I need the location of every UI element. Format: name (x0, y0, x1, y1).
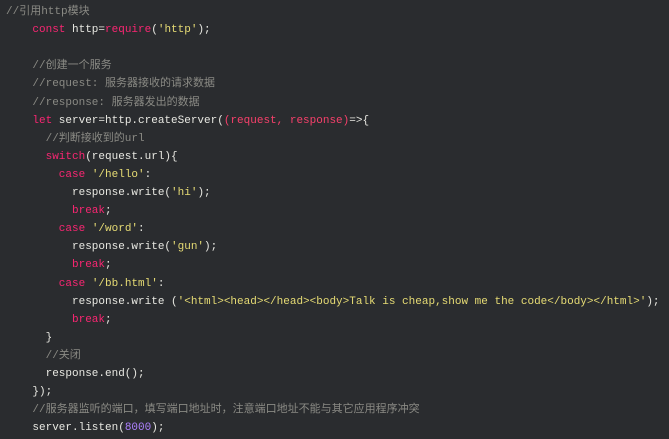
code-line: case '/hello': (59, 166, 151, 184)
code-text: ( (151, 24, 158, 37)
code-line: //引用http模块 (6, 3, 90, 21)
code-text: response.write( (72, 187, 172, 199)
code-line: //request: 服务器接收的请求数据 (32, 75, 215, 93)
code-text: server.listen( (32, 422, 125, 435)
code-line: switch(request.url){ (46, 148, 178, 166)
code-keyword: let (32, 114, 53, 127)
code-line: }); (32, 383, 52, 401)
code-line: response.end(); (46, 365, 145, 383)
code-number: 8000 (124, 422, 152, 435)
code-keyword: require (105, 24, 152, 37)
code-text: ; (105, 205, 112, 218)
code-text: response.end(); (45, 368, 145, 380)
code-text: ; (105, 259, 112, 272)
code-line: case '/bb.html': (59, 275, 165, 293)
code-line: response.write('gun'); (72, 238, 217, 256)
code-keyword: case (58, 168, 86, 181)
code-keyword: break (72, 259, 106, 272)
code-text: =>{ (349, 114, 370, 127)
code-text: ); (204, 241, 218, 254)
code-keyword: case (58, 223, 86, 236)
code-line: //response: 服务器发出的数据 (32, 94, 199, 112)
code-editor[interactable]: //引用http模块 const http=require('http'); //创… (0, 0, 669, 439)
code-text: ); (197, 187, 211, 199)
code-string: '/bb.html' (91, 277, 158, 290)
code-line: response.write('hi'); (72, 184, 211, 202)
code-line: break; (72, 202, 112, 220)
code-text: ); (646, 295, 660, 308)
code-comment: //创建一个服务 (32, 60, 112, 73)
code-line: //服务器监听的端口，填写端口地址时，注意端口地址不能与其它应用程序冲突 (32, 401, 419, 419)
code-string: 'gun' (171, 241, 205, 254)
code-comment: //request: 服务器接收的请求数据 (32, 78, 216, 91)
code-line: //判断接收到的url (46, 130, 145, 148)
code-keyword: break (72, 313, 106, 326)
code-line: response.write ('<html><head></head><bod… (72, 293, 660, 311)
code-keyword: switch (45, 150, 86, 163)
code-text: }); (32, 386, 53, 399)
code-line: const http=require('http'); (32, 21, 210, 39)
code-text: : (144, 168, 152, 181)
code-text: } (45, 331, 53, 344)
code-text: http= (65, 24, 106, 37)
code-line: break; (72, 311, 112, 329)
code-text: : (138, 223, 145, 236)
code-line: server.listen(8000); (32, 419, 164, 437)
code-line: //关闭 (46, 347, 81, 365)
code-comment: //关闭 (45, 349, 81, 362)
code-text: : (157, 277, 165, 290)
code-text: ); (197, 24, 211, 37)
code-text: ); (151, 422, 165, 435)
code-comment: //response: 服务器发出的数据 (32, 96, 200, 109)
code-string: 'hi' (171, 187, 198, 199)
code-comment: //判断接收到的url (45, 132, 145, 145)
code-string: '/word' (91, 223, 139, 236)
code-string: 'http' (157, 24, 198, 37)
code-string: '/hello' (91, 168, 145, 181)
code-text: server=http.createServer( (52, 114, 224, 127)
code-line: case '/word': (59, 220, 145, 238)
code-comment: //服务器监听的端口，填写端口地址时，注意端口地址不能与其它应用程序冲突 (32, 404, 420, 417)
code-parameter: (request, response) (223, 114, 350, 127)
code-string: '<html><head></head><body>Talk is cheap,… (177, 295, 647, 308)
code-line: let server=http.createServer((request, r… (32, 112, 369, 130)
code-line: } (46, 329, 53, 347)
code-text: response.write ( (72, 295, 178, 308)
code-line: break; (72, 256, 112, 274)
code-text: response.write( (72, 241, 172, 254)
code-keyword: case (58, 277, 86, 290)
code-text: (request.url){ (85, 150, 178, 163)
code-comment: //引用http模块 (6, 6, 90, 18)
code-text: ; (105, 313, 112, 326)
code-keyword: const (32, 24, 66, 37)
code-line: //创建一个服务 (32, 57, 111, 75)
code-keyword: break (72, 205, 106, 218)
